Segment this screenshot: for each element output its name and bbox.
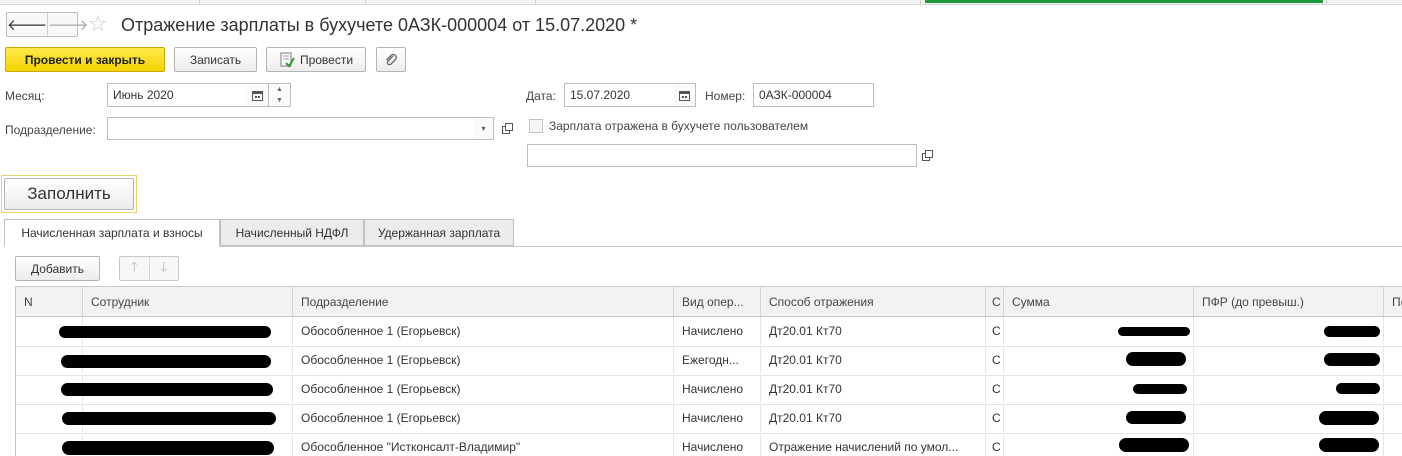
number-label: Номер: xyxy=(705,89,746,103)
division-cell: Обособленное 1 (Егорьевск) xyxy=(293,375,674,403)
operation-cell: Начислено xyxy=(674,317,761,345)
chevron-down-icon: ▾ xyxy=(481,124,486,133)
column-header-pfr[interactable]: ПФР (до превыш.) xyxy=(1194,287,1384,316)
tab-withheld-salary[interactable]: Удержанная зарплата xyxy=(364,219,514,246)
arrow-right-icon: 🡒 xyxy=(48,17,89,34)
method-cell: Дт20.01 Кт70 xyxy=(761,317,986,345)
favorite-star-icon[interactable]: ☆ xyxy=(88,11,108,37)
tab-accrued-ndfl[interactable]: Начисленный НДФЛ xyxy=(220,219,364,246)
month-label: Месяц: xyxy=(5,89,45,103)
add-row-button[interactable]: Добавить xyxy=(15,256,100,281)
post-and-close-button[interactable]: Провести и закрыть xyxy=(5,47,165,72)
post-button-label: Провести xyxy=(299,52,354,67)
accruals-table: N Сотрудник Подразделение Вид опер... Сп… xyxy=(15,286,1402,456)
redaction-mark xyxy=(1319,438,1379,452)
division-label: Подразделение: xyxy=(5,123,96,137)
month-calendar-button[interactable] xyxy=(247,83,269,107)
column-header-next[interactable]: П( xyxy=(1384,287,1402,316)
number-field[interactable]: 0АЗК-000004 xyxy=(753,83,874,107)
column-header-employee[interactable]: Сотрудник xyxy=(83,287,293,316)
active-window-indicator xyxy=(925,0,1323,3)
column-header-amount[interactable]: Сумма xyxy=(1004,287,1194,316)
open-form-icon xyxy=(921,150,933,161)
method-cell: Дт20.01 Кт70 xyxy=(761,375,986,403)
month-stepper[interactable]: ▲ ▼ xyxy=(269,83,291,107)
reflected-checkbox[interactable] xyxy=(529,119,543,133)
column-header-division[interactable]: Подразделение xyxy=(293,287,674,316)
redaction-mark xyxy=(59,326,271,338)
open-form-icon xyxy=(501,123,513,134)
date-field[interactable]: 15.07.2020 xyxy=(564,83,675,107)
redaction-mark xyxy=(1319,411,1379,425)
fill-button[interactable]: Заполнить xyxy=(4,178,134,210)
move-up-icon[interactable]: 🡑 xyxy=(120,257,149,280)
redaction-mark xyxy=(61,355,271,368)
redaction-mark xyxy=(1336,383,1380,394)
redaction-mark xyxy=(1126,352,1186,366)
redaction-mark xyxy=(1324,353,1380,366)
redaction-mark xyxy=(1118,327,1190,336)
redaction-mark xyxy=(62,441,274,455)
stepper-down-icon[interactable]: ▼ xyxy=(269,95,290,106)
division-open-button[interactable] xyxy=(497,117,517,140)
column-header-method[interactable]: Способ отражения xyxy=(761,287,986,316)
c-cell: С xyxy=(986,346,1004,374)
redaction-mark xyxy=(1126,411,1186,424)
table-header: N Сотрудник Подразделение Вид опер... Сп… xyxy=(16,287,1402,317)
navigation-buttons: 🡐 🡒 xyxy=(6,12,88,37)
c-cell: С xyxy=(986,317,1004,345)
method-cell: Дт20.01 Кт70 xyxy=(761,346,986,374)
division-field[interactable] xyxy=(107,117,475,140)
reflected-label: Зарплата отражена в бухучете пользовател… xyxy=(549,119,809,133)
user-field[interactable] xyxy=(527,144,917,167)
month-field[interactable]: Июнь 2020 xyxy=(107,83,249,107)
page-title: Отражение зарплаты в бухучете 0АЗК-00000… xyxy=(121,15,638,35)
column-header-operation[interactable]: Вид опер... xyxy=(674,287,761,316)
back-button[interactable]: 🡐 xyxy=(7,13,47,36)
forward-button[interactable]: 🡒 xyxy=(47,13,88,36)
redaction-mark xyxy=(1133,384,1187,394)
redaction-mark xyxy=(1324,326,1380,337)
post-document-icon xyxy=(280,52,295,68)
move-buttons: 🡑 🡓 xyxy=(119,256,179,281)
division-cell: Обособленное 1 (Егорьевск) xyxy=(293,346,674,374)
method-cell: Отражение начислений по умол... xyxy=(761,433,986,456)
operation-cell: Начислено xyxy=(674,404,761,432)
calendar-icon xyxy=(252,90,263,101)
division-cell: Обособленное 1 (Егорьевск) xyxy=(293,317,674,345)
attachments-button[interactable] xyxy=(376,47,406,72)
write-button[interactable]: Записать xyxy=(174,47,257,72)
window-tab-strip xyxy=(0,0,1402,5)
tab-accrued-salary[interactable]: Начисленная зарплата и взносы xyxy=(4,219,220,247)
division-cell: Обособленное "Истконсалт-Владимир" xyxy=(293,433,674,456)
c-cell: С xyxy=(986,375,1004,403)
post-button[interactable]: Провести xyxy=(266,47,366,72)
division-cell: Обособленное 1 (Егорьевск) xyxy=(293,404,674,432)
redaction-mark xyxy=(61,383,273,396)
arrow-left-icon: 🡐 xyxy=(7,17,48,34)
paperclip-icon xyxy=(386,53,397,65)
column-header-n[interactable]: N xyxy=(16,287,83,316)
method-cell: Дт20.01 Кт70 xyxy=(761,404,986,432)
move-down-icon[interactable]: 🡓 xyxy=(148,257,179,280)
redaction-mark xyxy=(62,412,276,425)
stepper-up-icon[interactable]: ▲ xyxy=(269,84,290,95)
c-cell: С xyxy=(986,404,1004,432)
date-label: Дата: xyxy=(526,89,556,103)
division-dropdown-button[interactable]: ▾ xyxy=(474,117,494,140)
operation-cell: Начислено xyxy=(674,375,761,403)
column-header-c[interactable]: С xyxy=(986,287,1004,316)
user-open-button[interactable] xyxy=(917,144,937,167)
date-calendar-button[interactable] xyxy=(674,83,696,107)
c-cell: С xyxy=(986,433,1004,456)
operation-cell: Начислено xyxy=(674,433,761,456)
operation-cell: Ежегодн... xyxy=(674,346,761,374)
redaction-mark xyxy=(1119,438,1189,452)
calendar-icon xyxy=(679,90,690,101)
